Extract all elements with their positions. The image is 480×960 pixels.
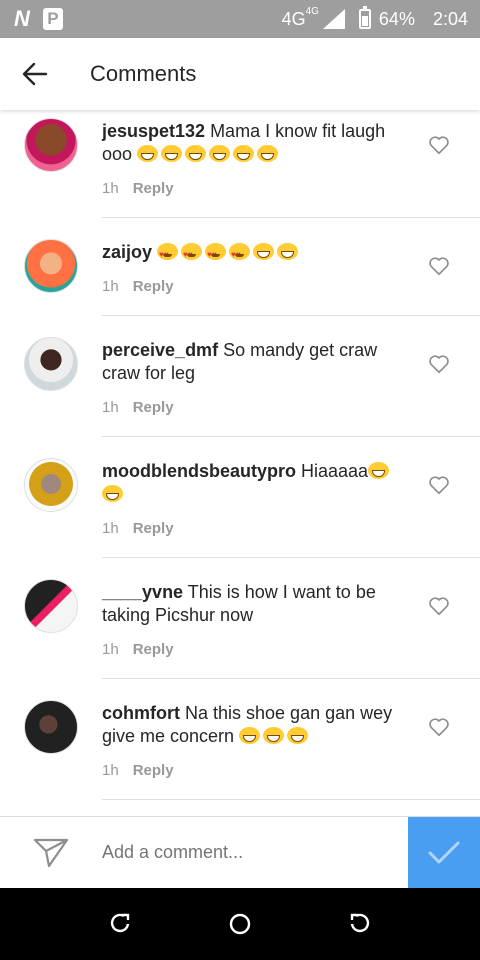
home-icon[interactable] xyxy=(228,912,252,936)
heart-icon[interactable] xyxy=(428,716,450,738)
post-comment-button[interactable] xyxy=(408,816,480,889)
comment-item: moodblendsbeautypro Hiaaaaa 1h Reply xyxy=(0,436,480,557)
reply-button[interactable]: Reply xyxy=(133,762,174,779)
avatar[interactable] xyxy=(24,337,78,391)
comment-time: 1h xyxy=(102,278,119,295)
comment-time: 1h xyxy=(102,399,119,416)
arrow-left-icon xyxy=(22,62,48,86)
avatar[interactable] xyxy=(24,239,78,293)
heart-eyes-emoji-icon xyxy=(157,243,179,266)
grin-emoji-icon xyxy=(102,485,123,502)
reply-button[interactable]: Reply xyxy=(133,520,174,537)
back-button[interactable] xyxy=(0,38,70,110)
heart-eyes-emoji-icon xyxy=(205,243,227,266)
grin-emoji-icon xyxy=(257,145,279,162)
comment-composer xyxy=(0,816,480,889)
page-title: Comments xyxy=(90,61,197,86)
comment-username[interactable]: jesuspet132 xyxy=(102,121,205,141)
system-nav-bar xyxy=(0,888,480,960)
comment-username[interactable]: ____yvne xyxy=(102,582,183,602)
signal-icon xyxy=(322,9,345,29)
grin-emoji-icon xyxy=(263,727,285,744)
heart-icon[interactable] xyxy=(428,353,450,375)
heart-icon[interactable] xyxy=(428,134,450,156)
heart-eyes-emoji-icon xyxy=(229,243,251,266)
grin-emoji-icon xyxy=(368,462,390,479)
grin-emoji-icon xyxy=(253,243,275,260)
comment-item: ____yvne This is how I want to be taking… xyxy=(0,557,480,678)
paper-plane-icon xyxy=(33,838,69,867)
comment-item: zaijoy 1h Reply xyxy=(0,217,480,315)
avatar[interactable] xyxy=(24,579,78,633)
comment-item: cohmfort Na this shoe gan gan wey give m… xyxy=(0,678,480,799)
grin-emoji-icon xyxy=(277,243,299,260)
notification-n-icon: N xyxy=(14,6,30,31)
grin-emoji-icon xyxy=(137,145,159,162)
reply-button[interactable]: Reply xyxy=(133,399,174,416)
comment-item: jesuspet132 Mama I know fit laugh ooo 1h… xyxy=(0,110,480,217)
comment-username[interactable]: zaijoy xyxy=(102,242,152,262)
reply-button[interactable]: Reply xyxy=(133,180,174,197)
comment-time: 1h xyxy=(102,180,119,197)
back-nav-icon[interactable] xyxy=(349,913,371,935)
comment-text: Hiaaaaa xyxy=(296,461,369,481)
comment-time: 1h xyxy=(102,641,119,658)
avatar[interactable] xyxy=(24,118,78,172)
heart-icon[interactable] xyxy=(428,255,450,277)
divider xyxy=(102,799,480,800)
comment-list[interactable]: jesuspet132 Mama I know fit laugh ooo 1h… xyxy=(0,110,480,816)
battery-level: 64% xyxy=(378,8,415,29)
notification-p-icon: P xyxy=(42,8,63,30)
direct-share-button[interactable] xyxy=(0,837,102,869)
grin-emoji-icon xyxy=(287,727,309,744)
heart-eyes-emoji-icon xyxy=(181,243,203,266)
comment-username[interactable]: cohmfort xyxy=(102,703,180,723)
comment-time: 1h xyxy=(102,520,119,537)
avatar[interactable] xyxy=(24,700,78,754)
comment-username[interactable]: perceive_dmf xyxy=(102,340,218,360)
comment-item: perceive_dmf So mandy get craw craw for … xyxy=(0,315,480,436)
grin-emoji-icon xyxy=(233,145,255,162)
grin-emoji-icon xyxy=(239,727,261,744)
grin-emoji-icon xyxy=(185,145,207,162)
comment-input[interactable] xyxy=(102,842,408,863)
avatar[interactable] xyxy=(24,458,78,512)
comment-username[interactable]: moodblendsbeautypro xyxy=(102,461,296,481)
reply-button[interactable]: Reply xyxy=(133,641,174,658)
checkmark-icon xyxy=(428,841,460,863)
recent-apps-icon[interactable] xyxy=(109,913,131,935)
network-indicator: 4G4G xyxy=(281,5,319,29)
battery-icon xyxy=(358,6,371,29)
grin-emoji-icon xyxy=(209,145,231,162)
status-bar: N P 4G4G 64% 2:04 xyxy=(0,0,480,38)
heart-icon[interactable] xyxy=(428,595,450,617)
heart-icon[interactable] xyxy=(428,474,450,496)
reply-button[interactable]: Reply xyxy=(133,278,174,295)
clock: 2:04 xyxy=(432,8,468,29)
comment-time: 1h xyxy=(102,762,119,779)
app-bar: Comments xyxy=(0,38,480,110)
grin-emoji-icon xyxy=(161,145,183,162)
